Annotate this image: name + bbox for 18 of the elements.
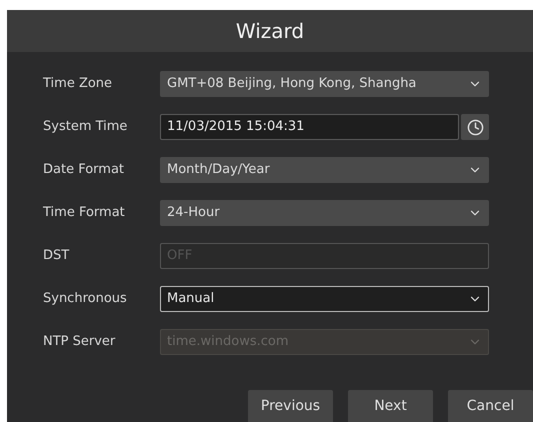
dialog-button[interactable]: Cancel [448, 390, 533, 422]
dialog-button[interactable]: Previous [248, 390, 333, 422]
field-label: Synchronous [42, 290, 128, 308]
field-label: Date Format [42, 161, 126, 180]
field-label: DST [42, 247, 70, 266]
clock-button[interactable] [461, 114, 489, 140]
dropdown-field[interactable]: Month/Day/Year [160, 157, 489, 183]
dialog-button[interactable]: Next [348, 390, 433, 422]
dropdown-field[interactable]: GMT+08 Beijing, Hong Kong, Shangha [160, 71, 489, 97]
date-time-field[interactable]: 11/03/2015 15:04:31 [160, 114, 459, 140]
field-label: NTP Server [42, 333, 116, 352]
dropdown-field[interactable]: 24-Hour [160, 200, 489, 226]
window-title: Wizard [236, 18, 304, 45]
dropdown-field[interactable]: Manual [160, 286, 489, 312]
field-label: Time Format [42, 204, 126, 222]
field-label: System Time [42, 118, 128, 136]
clock-icon [466, 118, 484, 136]
field-label: Time Zone [42, 75, 114, 94]
